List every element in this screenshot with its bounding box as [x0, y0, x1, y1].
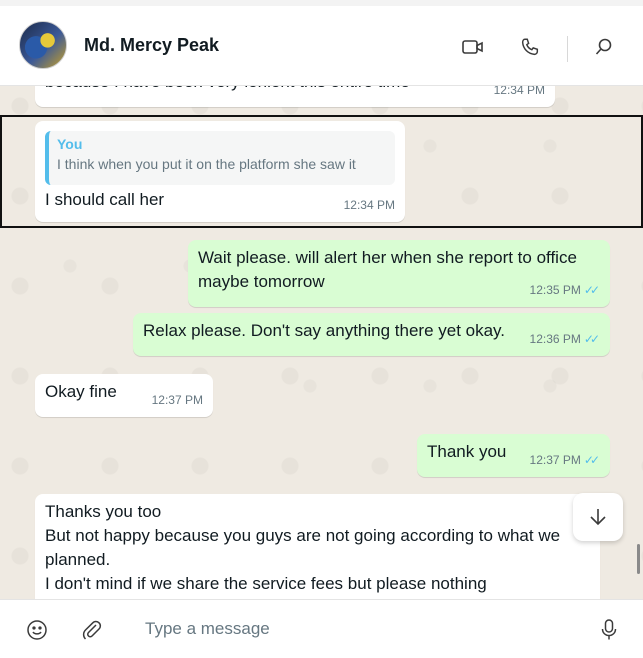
message-bubble[interactable]: Okay fine 12:37 PM	[35, 374, 213, 417]
quote-author: You	[57, 136, 83, 152]
message-time: 12:36 PM	[529, 332, 581, 346]
quote-text: I think when you put it on the platform …	[57, 156, 356, 172]
message-composer	[0, 599, 643, 658]
message-line: But not happy because you guys are not g…	[45, 526, 561, 545]
quoted-message[interactable]: You I think when you put it on the platf…	[45, 131, 395, 185]
message-bubble[interactable]: Thanks you too But not happy because you…	[35, 494, 600, 599]
arrow-down-icon	[590, 509, 606, 526]
message-input[interactable]	[135, 614, 555, 644]
voice-call-icon[interactable]	[518, 35, 542, 59]
message-time: 12:34 PM	[493, 86, 545, 97]
avatar[interactable]	[19, 21, 67, 69]
read-ticks-icon: ✓✓	[583, 283, 600, 297]
message-list[interactable]: because I have been very lenient this en…	[0, 86, 643, 599]
search-icon[interactable]	[592, 35, 616, 59]
message-bubble[interactable]: because I have been very lenient this en…	[35, 86, 555, 107]
video-call-icon[interactable]	[461, 35, 485, 59]
read-ticks-icon: ✓✓	[583, 332, 600, 346]
header-divider	[567, 36, 568, 62]
scroll-to-bottom-button[interactable]	[573, 493, 623, 541]
message-line: I don't mind if we share the service fee…	[45, 574, 487, 593]
message-text: I should call her	[45, 190, 165, 209]
message-bubble[interactable]: Wait please. will alert her when she rep…	[188, 240, 610, 307]
message-bubble[interactable]: You I think when you put it on the platf…	[35, 121, 405, 222]
message-bubble[interactable]: Thank you 12:37 PM ✓✓	[417, 434, 610, 477]
message-bubble[interactable]: Relax please. Don't say anything there y…	[133, 313, 610, 356]
microphone-icon[interactable]	[597, 618, 621, 642]
message-time: 12:37 PM	[151, 393, 203, 407]
contact-name[interactable]: Md. Mercy Peak	[84, 35, 219, 56]
message-time: 12:35 PM	[529, 283, 581, 297]
message-time: 12:37 PM	[529, 453, 581, 467]
chat-header: Md. Mercy Peak	[0, 0, 643, 86]
message-line: Thanks you too	[45, 502, 162, 521]
scrollbar-thumb[interactable]	[637, 544, 640, 574]
message-line: planned.	[45, 550, 111, 569]
message-time: 12:34 PM	[343, 198, 395, 212]
emoji-icon[interactable]	[25, 618, 49, 642]
read-ticks-icon: ✓✓	[583, 453, 600, 467]
message-text: because I have been very lenient this en…	[45, 86, 545, 94]
attach-icon[interactable]	[80, 618, 104, 642]
